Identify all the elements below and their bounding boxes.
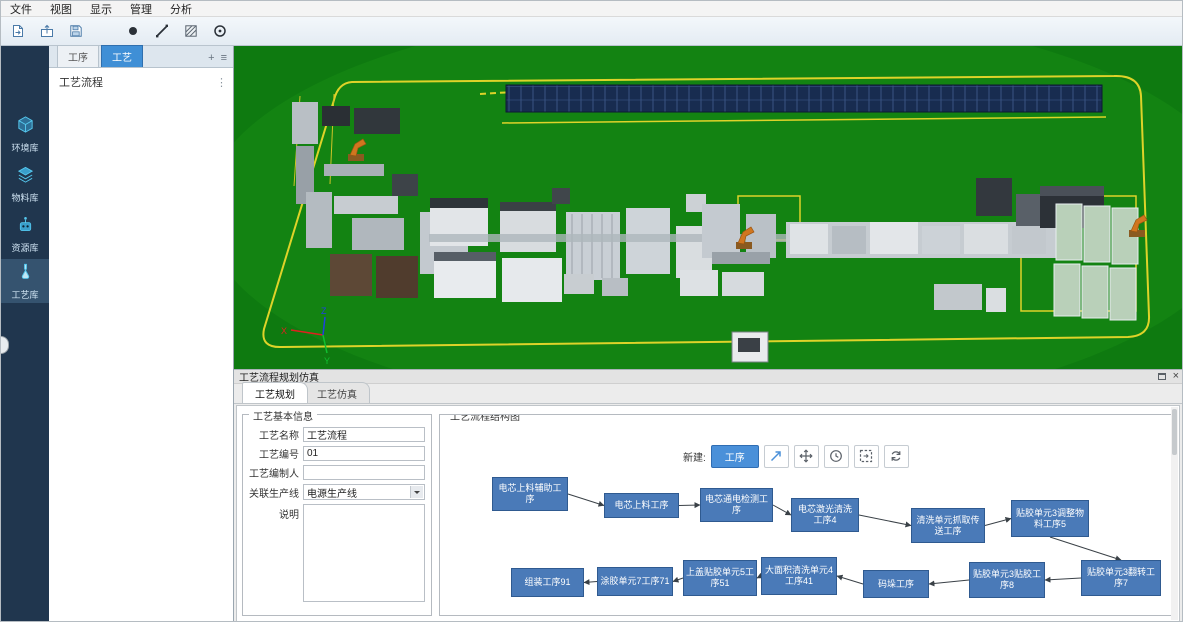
open-model-icon[interactable] bbox=[5, 19, 31, 43]
tab-process-planning[interactable]: 工艺规划 bbox=[242, 382, 308, 403]
menu-item[interactable]: 文件 bbox=[1, 1, 41, 17]
sidebar-item-label: 物料库 bbox=[11, 191, 38, 204]
menu-item[interactable]: 分析 bbox=[161, 1, 201, 17]
process-number-input[interactable] bbox=[303, 446, 425, 461]
tab-process-simulation[interactable]: 工艺仿真 bbox=[304, 382, 370, 403]
production-line-label: 关联生产线 bbox=[245, 485, 303, 500]
process-author-input[interactable] bbox=[303, 465, 425, 480]
axis-z-label: Z bbox=[321, 306, 327, 316]
float-panel-icon[interactable] bbox=[1158, 373, 1166, 380]
description-label: 说明 bbox=[245, 504, 303, 521]
flow-node[interactable]: 上盖贴胶单元5工序51 bbox=[683, 560, 757, 596]
import-model-icon[interactable] bbox=[34, 19, 60, 43]
save-icon[interactable] bbox=[63, 19, 89, 43]
sidebar-item-label: 资源库 bbox=[11, 241, 38, 254]
menu-icon[interactable]: ≡ bbox=[221, 53, 227, 64]
sidebar-item-label: 工艺库 bbox=[11, 288, 38, 301]
circle-tool-icon[interactable] bbox=[207, 19, 233, 43]
menu-item[interactable]: 显示 bbox=[81, 1, 121, 17]
flow-node[interactable]: 组装工序91 bbox=[511, 568, 584, 597]
process-author-label: 工艺编制人 bbox=[245, 465, 303, 480]
production-line-value: 电源生产线 bbox=[307, 485, 357, 500]
sidebar-item-label: 环境库 bbox=[11, 141, 38, 154]
vertical-scrollbar[interactable] bbox=[1171, 407, 1178, 620]
chevron-down-icon bbox=[410, 486, 423, 498]
process-tree-panel: 工序 工艺 + ≡ 工艺流程 ⋮ bbox=[49, 46, 234, 622]
flow-node[interactable]: 大面积清洗单元4工序41 bbox=[761, 557, 837, 595]
flow-node[interactable]: 码垛工序 bbox=[863, 570, 929, 598]
flow-node[interactable]: 电芯通电检测工序 bbox=[700, 488, 773, 522]
flow-node[interactable]: 贴胶单元3调整物料工序5 bbox=[1011, 500, 1089, 537]
menubar: 文件视图显示管理分析 bbox=[1, 1, 1183, 17]
flow-node[interactable]: 电芯激光清洗工序4 bbox=[791, 498, 859, 532]
panel-titlebar: 工艺流程规划仿真 × bbox=[234, 370, 1183, 384]
process-basic-info-box: 工艺基本信息 工艺名称 工艺编号 工艺编制人 关联生产线 电源生产线 bbox=[242, 414, 432, 616]
flow-node[interactable]: 贴胶单元3翻转工序7 bbox=[1081, 560, 1161, 596]
process-planning-panel: 工艺流程规划仿真 × 工艺规划 工艺仿真 工艺基本信息 工艺名称 工艺编号 bbox=[234, 369, 1183, 622]
scrollbar-thumb[interactable] bbox=[1172, 409, 1177, 455]
sidebar-item-resource-library[interactable]: 资源库 bbox=[1, 212, 49, 256]
3d-viewport[interactable]: X Z Y bbox=[234, 46, 1183, 369]
more-options-icon[interactable]: ⋮ bbox=[216, 76, 227, 89]
flow-node[interactable]: 涂胶单元7工序71 bbox=[597, 567, 673, 596]
panel-content: 工艺基本信息 工艺名称 工艺编号 工艺编制人 关联生产线 电源生产线 bbox=[236, 405, 1180, 622]
flow-node[interactable]: 贴胶单元3贴胶工序8 bbox=[969, 562, 1045, 598]
sidebar-item-material-library[interactable]: 物料库 bbox=[1, 162, 49, 206]
process-flow-diagram-box: 工艺流程结构图 新建: 工序 电芯上料辅助工序电芯上料工序电芯通电检测工序电芯激… bbox=[439, 414, 1177, 616]
process-number-label: 工艺编号 bbox=[245, 446, 303, 461]
panel-tabbar: 工艺规划 工艺仿真 bbox=[234, 384, 1183, 404]
close-panel-icon[interactable]: × bbox=[1173, 371, 1179, 382]
environment-cube-icon bbox=[16, 115, 35, 139]
resource-robot-icon bbox=[16, 215, 35, 239]
hatch-region-icon[interactable] bbox=[178, 19, 204, 43]
solar-panel-array bbox=[506, 85, 1102, 112]
main-toolbar bbox=[1, 17, 1183, 46]
axis-x-label: X bbox=[281, 326, 287, 336]
flow-canvas[interactable]: 电芯上料辅助工序 电芯上料工序电芯通电检测工序电芯激光清洗工序4 清洗单元抓取传送工… bbox=[440, 415, 1176, 615]
material-layers-icon bbox=[16, 165, 35, 189]
menu-item[interactable]: 视图 bbox=[41, 1, 81, 17]
sidebar-item-environment-library[interactable]: 环境库 bbox=[1, 112, 49, 156]
tree-item-process-flow[interactable]: 工艺流程 ⋮ bbox=[49, 68, 233, 96]
tree-tab-actions: + ≡ bbox=[208, 53, 233, 67]
add-icon[interactable]: + bbox=[208, 53, 214, 64]
tree-panel-tabbar: 工序 工艺 + ≡ bbox=[49, 46, 233, 68]
library-rail: 环境库 物料库 资源库 工艺库 bbox=[1, 46, 49, 622]
tab-gongyi[interactable]: 工艺 bbox=[101, 45, 143, 67]
flow-node[interactable]: 电芯上料工序 bbox=[604, 493, 679, 518]
menu-item[interactable]: 管理 bbox=[121, 1, 161, 17]
flow-node[interactable]: 清洗单元抓取传送工序 bbox=[911, 508, 985, 543]
flow-node[interactable]: 电芯上料辅助工序 bbox=[492, 477, 568, 511]
form-box-title: 工艺基本信息 bbox=[249, 408, 317, 423]
application-window: 文件视图显示管理分析 环境库 bbox=[0, 0, 1183, 622]
description-textarea[interactable] bbox=[303, 504, 425, 602]
process-name-input[interactable] bbox=[303, 427, 425, 442]
draw-line-icon[interactable] bbox=[149, 19, 175, 43]
sidebar-item-process-library[interactable]: 工艺库 bbox=[1, 259, 49, 303]
process-flask-icon bbox=[16, 262, 35, 286]
tab-gongxu[interactable]: 工序 bbox=[57, 45, 99, 67]
record-point-icon[interactable] bbox=[120, 19, 146, 43]
process-name-label: 工艺名称 bbox=[245, 427, 303, 442]
production-line-select[interactable]: 电源生产线 bbox=[303, 484, 425, 500]
axis-y-label: Y bbox=[324, 356, 330, 366]
tree-item-label: 工艺流程 bbox=[59, 74, 103, 90]
